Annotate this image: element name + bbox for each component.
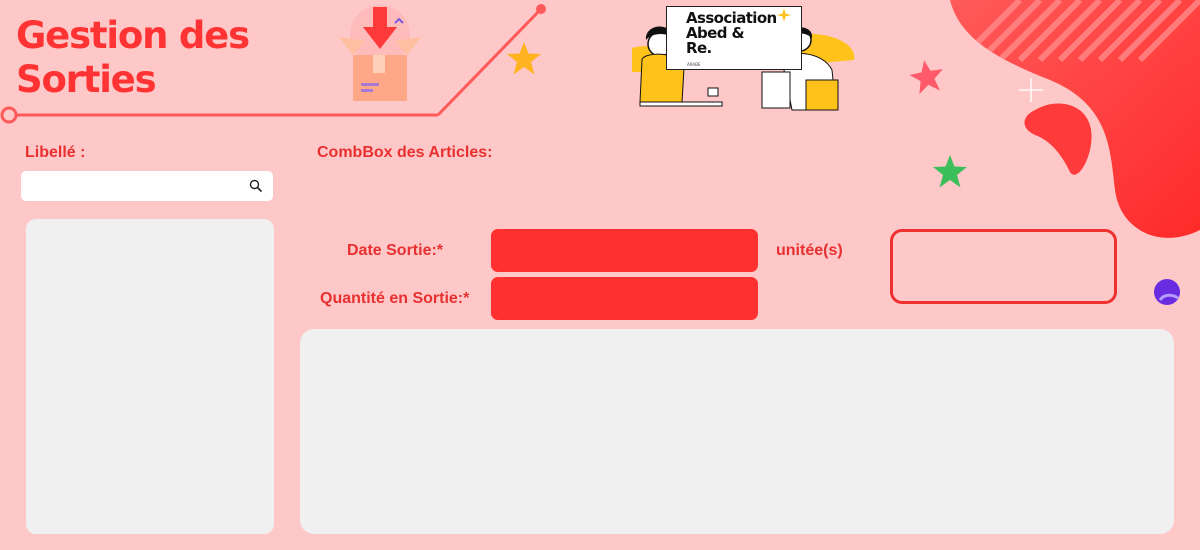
page-title-line2: Sorties: [16, 58, 157, 101]
page-title: Gestion des Sorties: [16, 14, 250, 102]
search-icon[interactable]: [249, 179, 263, 193]
logo-line3: Re.: [686, 39, 712, 57]
quantite-sortie-label: Quantité en Sortie:*: [320, 290, 470, 307]
page-title-line1: Gestion des: [16, 14, 250, 57]
download-box-icon: [339, 5, 421, 101]
articles-list[interactable]: [26, 219, 274, 534]
date-sortie-field[interactable]: [491, 229, 758, 272]
plus-sparkle-icon: [1019, 78, 1043, 102]
combobox-label: CombBox des Articles:: [317, 144, 493, 161]
sparkle-icon: [777, 8, 791, 22]
sorties-table[interactable]: [300, 329, 1174, 534]
search-input[interactable]: [29, 175, 243, 199]
quantite-sortie-field[interactable]: [491, 277, 758, 320]
purple-dot-icon: [1154, 279, 1180, 305]
unit-field[interactable]: [890, 229, 1117, 304]
libelle-label: Libellé :: [25, 144, 86, 161]
unit-label: unitée(s): [776, 242, 843, 259]
star-icon: [933, 155, 967, 188]
decorative-blob: [950, 0, 1200, 238]
logo-text: Association Abed & Re.: [686, 11, 777, 56]
logo-subtitle: ARABE: [687, 62, 701, 67]
star-icon: [909, 60, 943, 95]
search-box[interactable]: [21, 171, 273, 201]
star-icon: [507, 42, 541, 75]
date-sortie-label: Date Sortie:*: [347, 242, 444, 259]
